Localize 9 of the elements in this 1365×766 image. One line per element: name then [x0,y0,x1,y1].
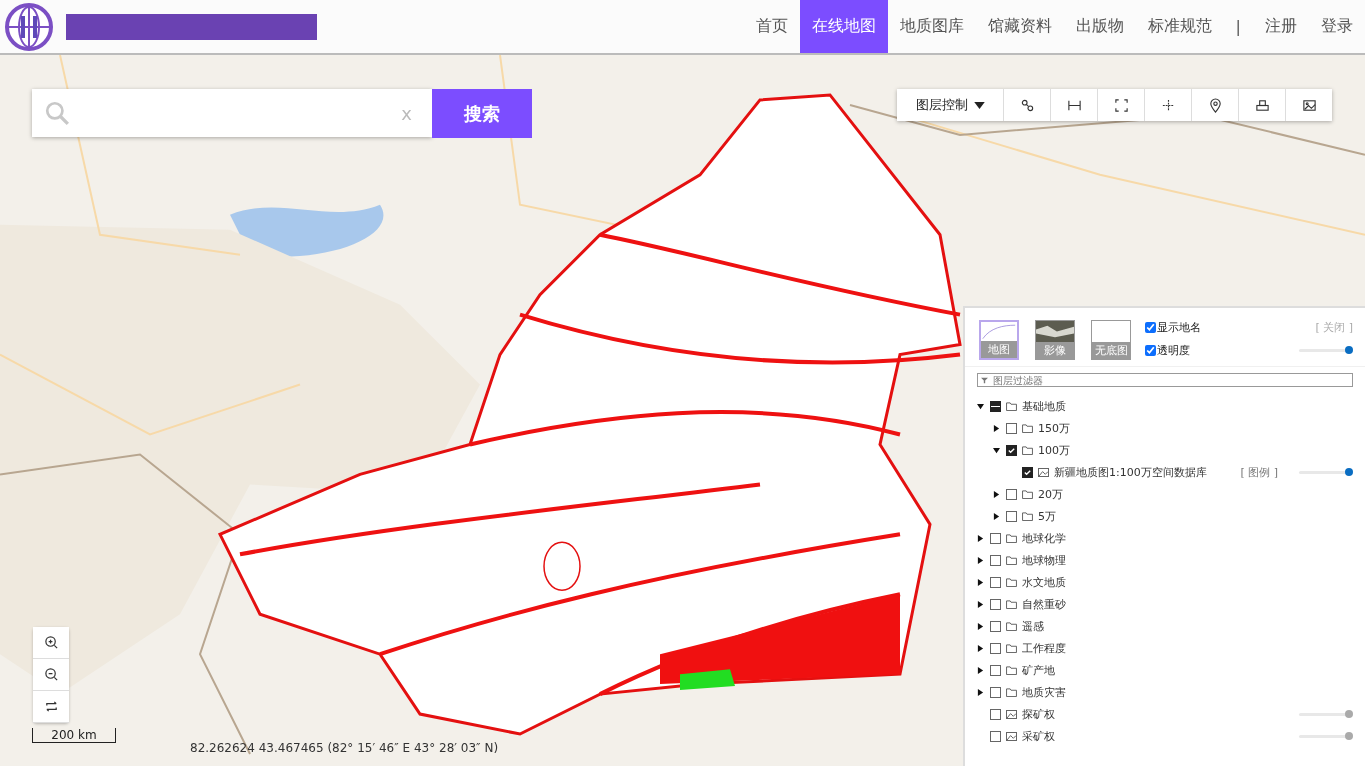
account-link[interactable]: 登录 [1309,0,1365,53]
nav-tab[interactable]: 标准规范 [1135,0,1224,53]
account-link[interactable]: 注册 [1253,0,1309,53]
nav-separator: | [1234,16,1242,38]
nav-tab[interactable]: 在线地图 [799,0,888,53]
nav-tab[interactable]: 馆藏资料 [975,0,1064,53]
nav-tab[interactable]: 出版物 [1063,0,1136,53]
nav-tab[interactable]: 首页 [743,0,800,53]
nav-tab[interactable]: 地质图库 [887,0,976,53]
